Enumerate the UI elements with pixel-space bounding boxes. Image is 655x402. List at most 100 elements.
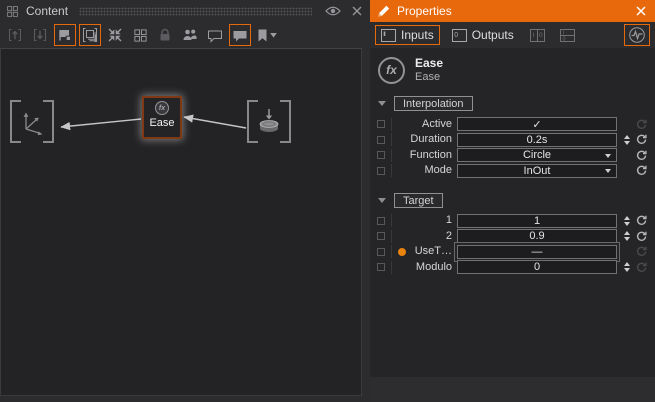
property-row-mode: ModeInOut — [372, 164, 653, 178]
flag-save-icon — [57, 27, 73, 43]
value-spinner[interactable] — [620, 262, 633, 272]
spin-down-icon[interactable] — [624, 141, 630, 145]
reset-icon[interactable] — [634, 231, 649, 242]
group-header: Target — [372, 193, 653, 208]
param-label: Duration — [391, 133, 457, 146]
ease-node[interactable]: fx Ease — [142, 96, 182, 139]
value-spinner[interactable] — [620, 216, 633, 226]
reset-icon[interactable] — [634, 165, 649, 176]
drag-handle-dots[interactable] — [79, 7, 312, 16]
param-checkbox[interactable] — [377, 263, 385, 271]
reset-icon[interactable] — [634, 215, 649, 226]
import-button[interactable] — [29, 24, 51, 46]
value-spinner[interactable] — [620, 135, 633, 145]
tab-outputs[interactable]: 0Outputs — [446, 25, 520, 45]
users-button[interactable] — [179, 24, 201, 46]
properties-footer — [370, 377, 655, 402]
spin-down-icon[interactable] — [624, 268, 630, 272]
property-row-duration: Duration0.2s — [372, 133, 653, 147]
mover-node[interactable] — [247, 100, 291, 143]
param-checkbox[interactable] — [377, 232, 385, 240]
grid-icon — [133, 28, 148, 43]
param-label: Function — [391, 149, 457, 162]
panel-grid-icon[interactable] — [6, 5, 19, 18]
node-graph-canvas[interactable]: fx Ease — [0, 48, 362, 396]
comment-outline-button[interactable] — [204, 24, 226, 46]
lock-icon — [157, 27, 173, 43]
param-value-field[interactable]: 1 — [457, 214, 617, 228]
reset-icon[interactable] — [634, 262, 649, 273]
spin-up-icon[interactable] — [624, 262, 630, 266]
close-icon[interactable] — [350, 6, 364, 16]
svg-text:I: I — [533, 32, 535, 39]
bookmark-icon — [256, 28, 269, 43]
reset-icon[interactable] — [634, 119, 649, 130]
property-group: Target1120.9UseT…—Modulo0 — [372, 193, 653, 275]
param-value-field[interactable]: ✓ — [457, 117, 617, 131]
comment-outline-icon — [207, 28, 223, 43]
eye-icon[interactable] — [323, 5, 343, 17]
fx-icon: fx — [155, 101, 169, 115]
oscilloscope-icon — [628, 26, 646, 44]
param-value-field[interactable]: 0.9 — [457, 229, 617, 243]
collapse-button[interactable] — [104, 24, 126, 46]
reset-icon[interactable] — [634, 134, 649, 145]
param-value: 0 — [534, 261, 540, 273]
param-checkbox[interactable] — [377, 217, 385, 225]
param-value-field[interactable]: Circle — [457, 148, 617, 162]
param-value-field[interactable]: — — [457, 245, 617, 259]
io-stack-icon: I0 — [560, 29, 575, 42]
param-checkbox[interactable] — [377, 136, 385, 144]
reset-icon[interactable] — [634, 246, 649, 257]
export-button[interactable] — [4, 24, 26, 46]
value-spinner[interactable] — [620, 231, 633, 241]
lock-button[interactable] — [154, 24, 176, 46]
layers-button[interactable] — [79, 24, 101, 46]
property-row-uset: UseT…— — [372, 245, 653, 259]
spin-down-icon[interactable] — [624, 222, 630, 226]
group-label[interactable]: Target — [394, 193, 443, 208]
close-icon[interactable] — [634, 6, 648, 16]
param-value: Circle — [523, 149, 551, 161]
axes-node[interactable] — [10, 100, 54, 143]
tab-inputs[interactable]: Inputs — [375, 25, 440, 45]
collapse-triangle-icon[interactable] — [378, 198, 386, 203]
panel-title: Content — [26, 4, 68, 18]
bound-indicator — [398, 248, 406, 256]
comment-filled-button[interactable] — [229, 24, 251, 46]
io-pair-icon: I0 — [530, 29, 545, 42]
property-row-function: Function Circle — [372, 148, 653, 162]
property-row-1: 11 — [372, 214, 653, 228]
param-checkbox[interactable] — [377, 248, 385, 256]
io-stack-button[interactable]: I0 — [556, 25, 580, 45]
param-checkbox[interactable] — [377, 120, 385, 128]
node-title: Ease — [415, 56, 443, 71]
spin-up-icon[interactable] — [624, 216, 630, 220]
tab-label: Inputs — [401, 28, 434, 42]
dropdown-caret-icon — [605, 154, 611, 158]
spin-up-icon[interactable] — [624, 135, 630, 139]
param-checkbox[interactable] — [377, 151, 385, 159]
oscilloscope-button[interactable] — [624, 24, 650, 46]
property-row-active: Active✓ — [372, 117, 653, 131]
param-label: Modulo — [391, 261, 457, 274]
param-value-field[interactable]: InOut — [457, 164, 617, 178]
grid-button[interactable] — [129, 24, 151, 46]
collapse-triangle-icon[interactable] — [378, 101, 386, 106]
param-value-field[interactable]: 0.2s — [457, 133, 617, 147]
content-panel: Content — [0, 0, 370, 402]
spin-up-icon[interactable] — [624, 231, 630, 235]
flag-save-button[interactable] — [54, 24, 76, 46]
param-value: — — [532, 246, 543, 258]
spin-down-icon[interactable] — [624, 237, 630, 241]
node-subtitle: Ease — [415, 71, 443, 84]
param-checkbox[interactable] — [377, 167, 385, 175]
bookmark-button[interactable] — [254, 24, 279, 46]
group-label[interactable]: Interpolation — [394, 96, 473, 111]
param-label: 1 — [391, 214, 457, 227]
import-icon — [32, 27, 48, 43]
param-value-field[interactable]: 0 — [457, 260, 617, 274]
param-label: Active — [391, 118, 457, 131]
reset-icon[interactable] — [634, 150, 649, 161]
io-pair-button[interactable]: I0 — [526, 25, 550, 45]
